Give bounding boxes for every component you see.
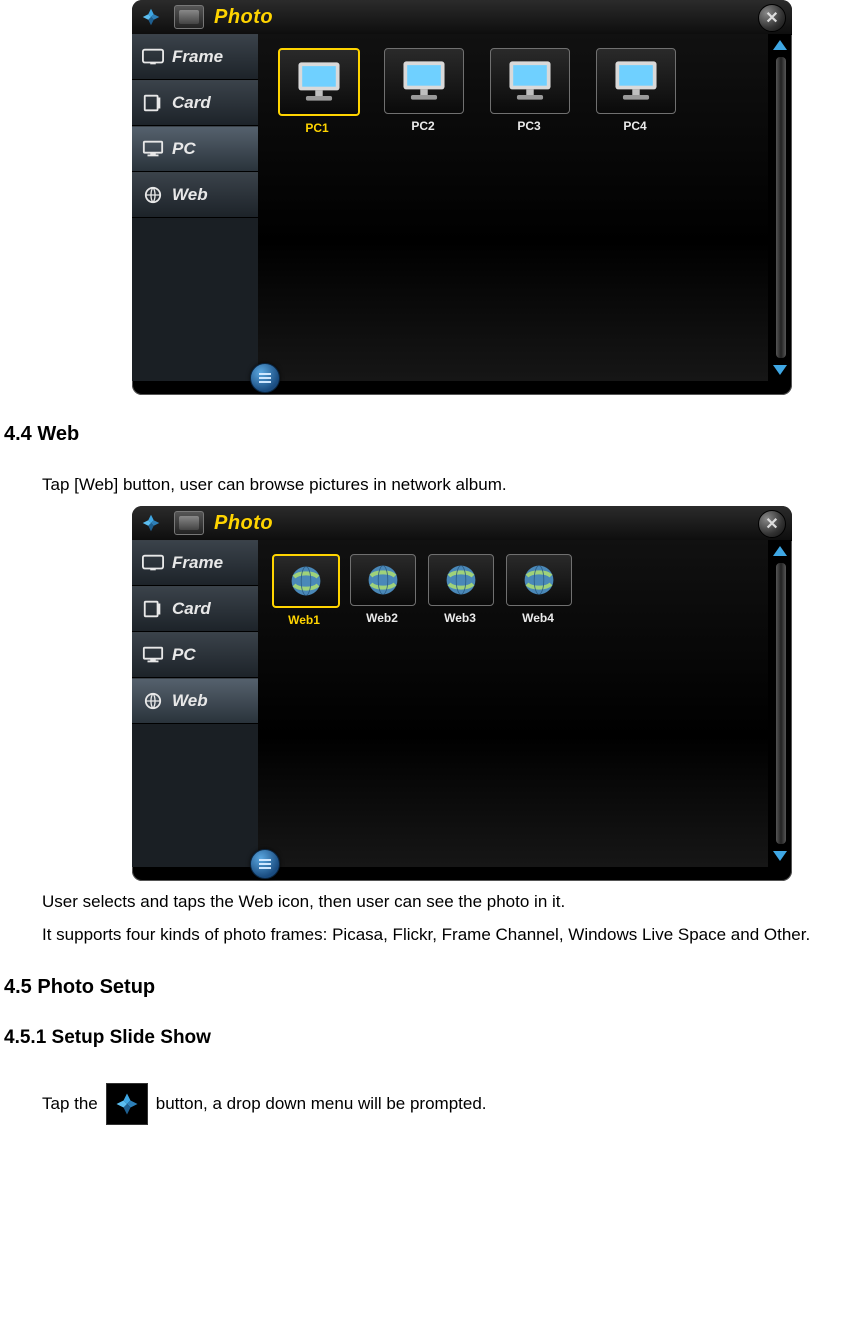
pc-thumb-4[interactable]: PC4 — [596, 48, 674, 135]
section-4-4-p3: It supports four kinds of photo frames: … — [42, 922, 853, 948]
pc-icon — [142, 646, 164, 664]
content-area: Web1 Web2 Web3 Web4 — [258, 540, 768, 867]
thumb-label: Web4 — [506, 611, 570, 625]
thumb-label: PC4 — [596, 119, 674, 133]
photo-module-icon — [174, 511, 204, 535]
sidebar-label: Card — [172, 599, 211, 619]
content-area: PC1 PC2 PC3 PC4 — [258, 34, 768, 381]
scroll-down-icon[interactable] — [773, 851, 787, 861]
sidebar-item-frame[interactable]: Frame — [132, 540, 258, 586]
frame-icon — [142, 48, 164, 66]
section-4-5-1-heading: 4.5.1 Setup Slide Show — [4, 1027, 853, 1049]
scroll-track[interactable] — [775, 56, 787, 359]
module-title: Photo — [214, 512, 273, 535]
thumbnail-grid: PC1 PC2 PC3 PC4 — [258, 34, 768, 135]
drawer-handle-button[interactable] — [250, 849, 280, 879]
thumbnail-grid: Web1 Web2 Web3 Web4 — [258, 540, 768, 627]
pc-thumb-2[interactable]: PC2 — [384, 48, 462, 135]
source-sidebar: Frame Card PC Web — [132, 34, 258, 381]
pc-thumb-3[interactable]: PC3 — [490, 48, 568, 135]
web-thumb-2[interactable]: Web2 — [350, 554, 414, 627]
sidebar-label: PC — [172, 645, 196, 665]
app-logo-button-icon — [106, 1083, 148, 1125]
section-4-4-heading: 4.4 Web — [4, 423, 853, 446]
sidebar-label: PC — [172, 139, 196, 159]
scrollbar[interactable] — [772, 546, 788, 861]
photo-module-icon — [174, 5, 204, 29]
text-before: Tap the — [42, 1091, 98, 1117]
photo-frame-ui-web: Photo ✕ Frame Card PC Web — [132, 506, 792, 881]
web-thumb-1[interactable]: Web1 — [272, 554, 336, 627]
thumb-label: PC3 — [490, 119, 568, 133]
scroll-down-icon[interactable] — [773, 365, 787, 375]
thumb-label: PC1 — [278, 121, 356, 135]
globe-thumb-icon — [428, 554, 494, 606]
sidebar-item-card[interactable]: Card — [132, 586, 258, 632]
thumb-label: Web2 — [350, 611, 414, 625]
pc-icon — [142, 140, 164, 158]
thumb-label: Web3 — [428, 611, 492, 625]
globe-thumb-icon — [506, 554, 572, 606]
scroll-track[interactable] — [775, 562, 787, 845]
web-thumb-3[interactable]: Web3 — [428, 554, 492, 627]
web-thumb-4[interactable]: Web4 — [506, 554, 570, 627]
text-after: button, a drop down menu will be prompte… — [156, 1091, 487, 1117]
thumb-label: Web1 — [272, 613, 336, 627]
thumb-label: PC2 — [384, 119, 462, 133]
close-button[interactable]: ✕ — [758, 510, 786, 538]
scroll-up-icon[interactable] — [773, 40, 787, 50]
monitor-icon — [596, 48, 676, 114]
section-4-4-intro: Tap [Web] button, user can browse pictur… — [42, 472, 853, 498]
close-button[interactable]: ✕ — [758, 4, 786, 32]
card-icon — [142, 94, 164, 112]
sidebar-item-pc[interactable]: PC — [132, 632, 258, 678]
globe-thumb-icon — [350, 554, 416, 606]
scrollbar[interactable] — [772, 40, 788, 375]
monitor-icon — [278, 48, 360, 116]
globe-icon — [142, 692, 164, 710]
scroll-up-icon[interactable] — [773, 546, 787, 556]
frame-icon — [142, 554, 164, 572]
section-4-5-1-line: Tap the button, a drop down menu will be… — [42, 1083, 853, 1125]
section-4-5-heading: 4.5 Photo Setup — [4, 976, 853, 999]
title-bar: Photo ✕ — [132, 506, 792, 541]
sidebar-label: Card — [172, 93, 211, 113]
drawer-handle-button[interactable] — [250, 363, 280, 393]
sidebar-item-web[interactable]: Web — [132, 172, 258, 218]
sidebar-item-card[interactable]: Card — [132, 80, 258, 126]
sidebar-item-pc[interactable]: PC — [132, 126, 258, 172]
pc-thumb-1[interactable]: PC1 — [278, 48, 356, 135]
sidebar-label: Frame — [172, 553, 223, 573]
photo-frame-ui-pc: Photo ✕ Frame Card PC Web — [132, 0, 792, 395]
monitor-icon — [384, 48, 464, 114]
app-logo-icon — [140, 6, 162, 28]
globe-thumb-icon — [272, 554, 340, 608]
globe-icon — [142, 186, 164, 204]
sidebar-label: Frame — [172, 47, 223, 67]
source-sidebar: Frame Card PC Web — [132, 540, 258, 867]
card-icon — [142, 600, 164, 618]
sidebar-item-frame[interactable]: Frame — [132, 34, 258, 80]
monitor-icon — [490, 48, 570, 114]
module-title: Photo — [214, 6, 273, 29]
title-bar: Photo ✕ — [132, 0, 792, 35]
sidebar-label: Web — [172, 185, 208, 205]
section-4-4-p2: User selects and taps the Web icon, then… — [42, 889, 853, 915]
app-logo-icon — [140, 512, 162, 534]
sidebar-item-web[interactable]: Web — [132, 678, 258, 724]
sidebar-label: Web — [172, 691, 208, 711]
